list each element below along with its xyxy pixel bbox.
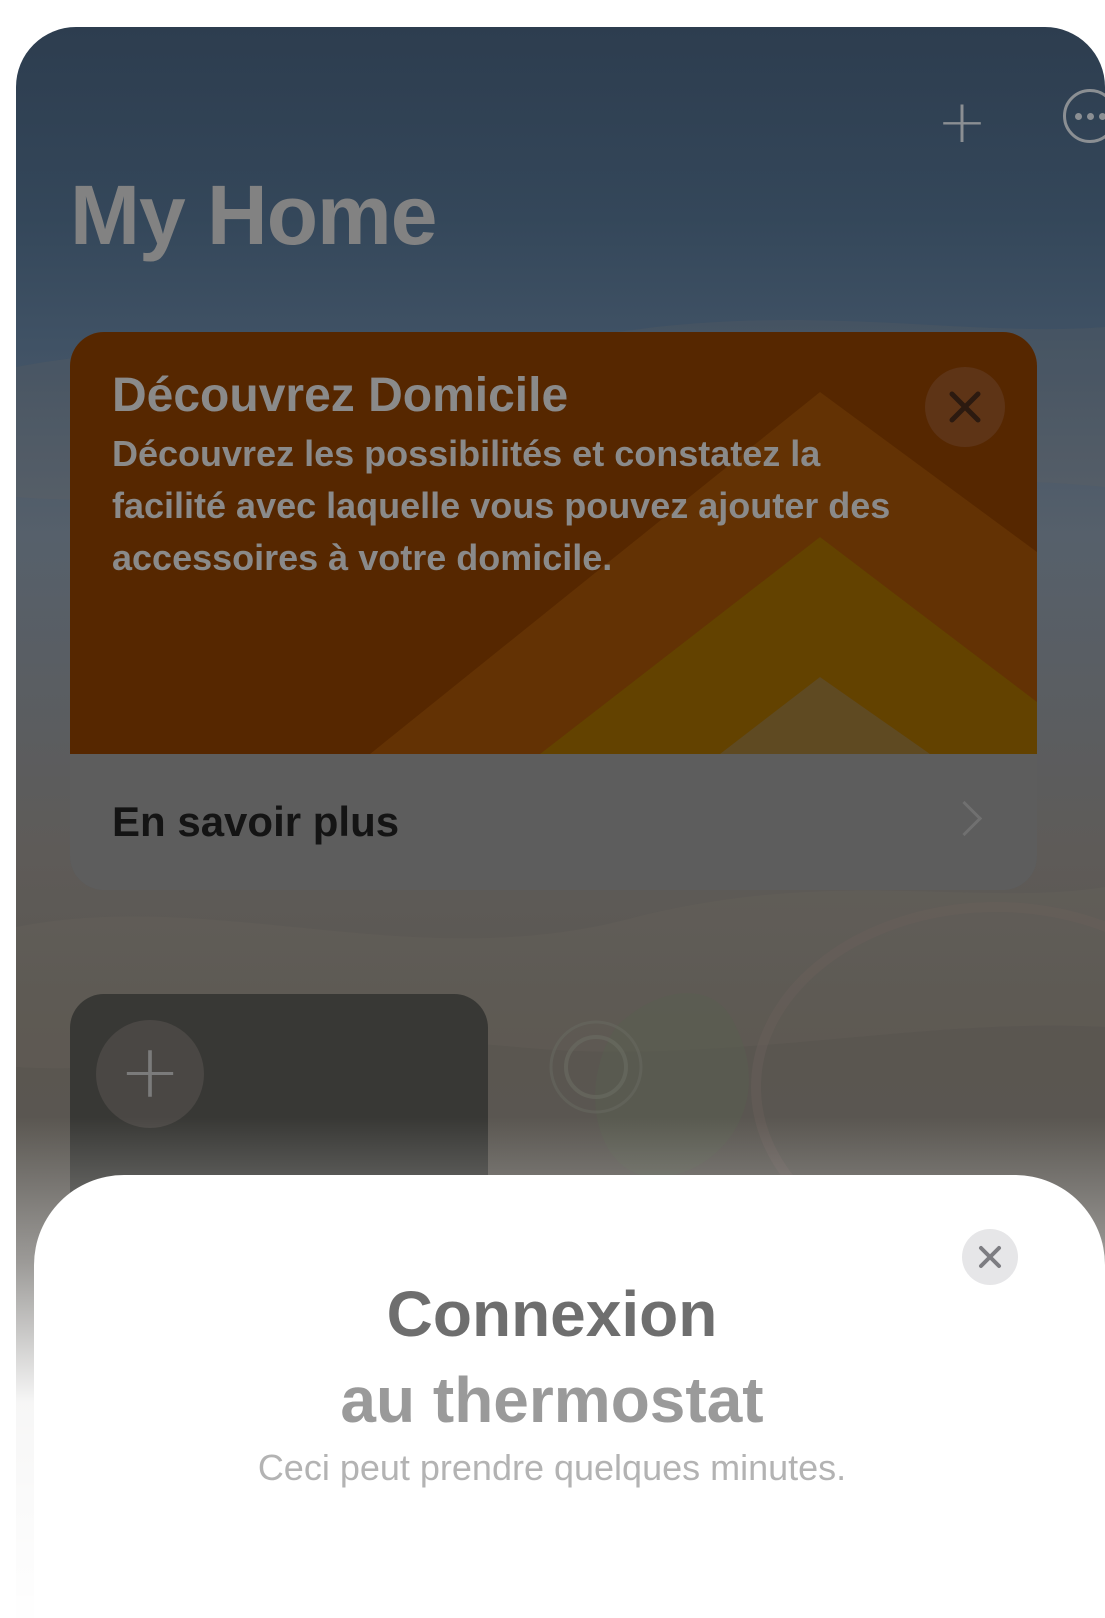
sheet-title: Connexion au thermostat	[34, 1271, 1070, 1443]
ellipsis-dot	[1086, 112, 1094, 120]
plus-icon: +	[936, 87, 988, 157]
promo-card-hero: Découvrez Domicile Découvrez les possibi…	[70, 332, 1037, 754]
promo-close-button[interactable]	[925, 367, 1005, 447]
header-actions: +	[805, 89, 1105, 152]
ellipsis-dot	[1098, 112, 1105, 120]
sheet-subtitle: Ceci peut prendre quelques minutes.	[257, 1447, 847, 1488]
connection-sheet: Connexion au thermostat Ceci peut prendr…	[34, 1175, 1105, 1618]
ellipsis-circle-icon	[1074, 112, 1082, 120]
add-button[interactable]: +	[935, 92, 989, 152]
promo-card[interactable]: Découvrez Domicile Découvrez les possibi…	[70, 332, 1037, 890]
promo-card-title: Découvrez Domicile	[112, 369, 569, 422]
more-button[interactable]	[1063, 89, 1105, 143]
learn-more-row[interactable]: En savoir plus	[70, 754, 1037, 890]
promo-card-description: Découvrez les possibilités et constatez …	[112, 433, 891, 578]
learn-more-label: En savoir plus	[112, 798, 400, 845]
sheet-title-line1: Connexion	[386, 1278, 718, 1350]
close-icon	[949, 391, 981, 423]
plus-icon: +	[96, 1020, 204, 1128]
page-title: My Home	[70, 168, 437, 262]
sheet-title-line2: au thermostat	[340, 1364, 764, 1436]
chevron-right-icon	[946, 800, 983, 837]
